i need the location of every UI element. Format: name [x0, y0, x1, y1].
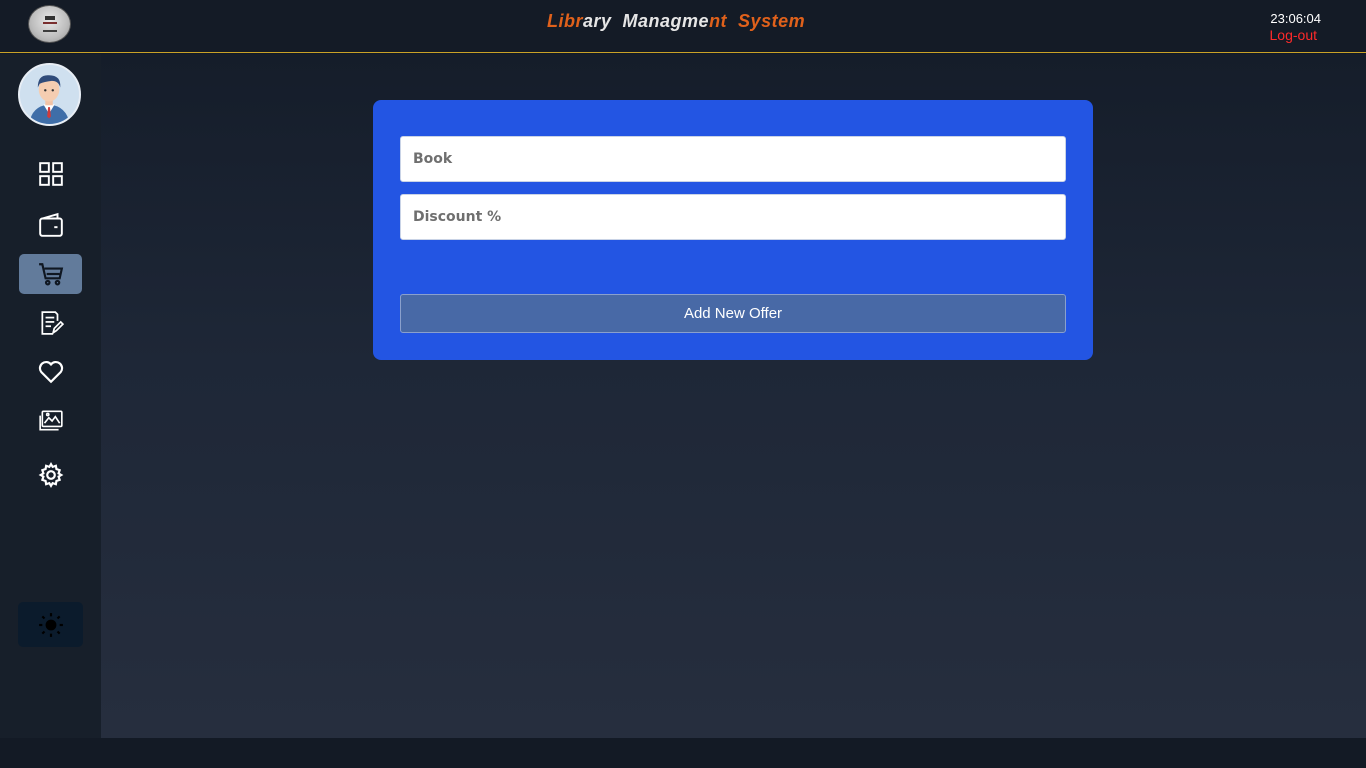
- user-avatar-icon: [20, 65, 79, 124]
- heart-icon: [38, 360, 63, 384]
- app-title: Library Managment System: [547, 11, 805, 32]
- sun-icon: [38, 612, 63, 637]
- offer-form-card: Add New Offer: [373, 100, 1093, 360]
- book-input[interactable]: [400, 136, 1066, 182]
- graduation-cap-icon: [44, 16, 55, 20]
- app-title-part-2: ary Managme: [583, 11, 710, 31]
- sidebar-item-wallet[interactable]: [19, 205, 82, 245]
- clock: 23:06:04: [1270, 11, 1321, 26]
- sidebar-item-cart[interactable]: [19, 254, 82, 294]
- document-edit-icon: [40, 311, 64, 335]
- sidebar-item-favorites[interactable]: [19, 352, 82, 392]
- avatar[interactable]: [18, 63, 81, 126]
- sidebar: [0, 54, 101, 738]
- add-new-offer-button[interactable]: Add New Offer: [400, 294, 1066, 333]
- books-icon: [42, 22, 57, 32]
- grid-icon: [38, 162, 63, 186]
- discount-input[interactable]: [400, 194, 1066, 240]
- sidebar-item-gallery[interactable]: [19, 401, 82, 441]
- sidebar-item-edit-document[interactable]: [19, 303, 82, 343]
- gear-icon: [38, 462, 63, 488]
- sidebar-item-settings[interactable]: [19, 455, 82, 495]
- footer: [0, 738, 1366, 768]
- logout-link[interactable]: Log-out: [1270, 27, 1317, 43]
- cart-icon: [38, 263, 63, 286]
- library-logo[interactable]: [28, 5, 71, 43]
- top-bar: Library Managment System 23:06:04 Log-ou…: [0, 0, 1366, 53]
- app-title-part-1: Libr: [547, 11, 583, 31]
- images-icon: [38, 410, 63, 431]
- sidebar-item-dashboard[interactable]: [19, 154, 82, 194]
- theme-toggle-button[interactable]: [18, 602, 83, 647]
- wallet-icon: [38, 212, 63, 237]
- app-title-part-3: nt System: [709, 11, 806, 31]
